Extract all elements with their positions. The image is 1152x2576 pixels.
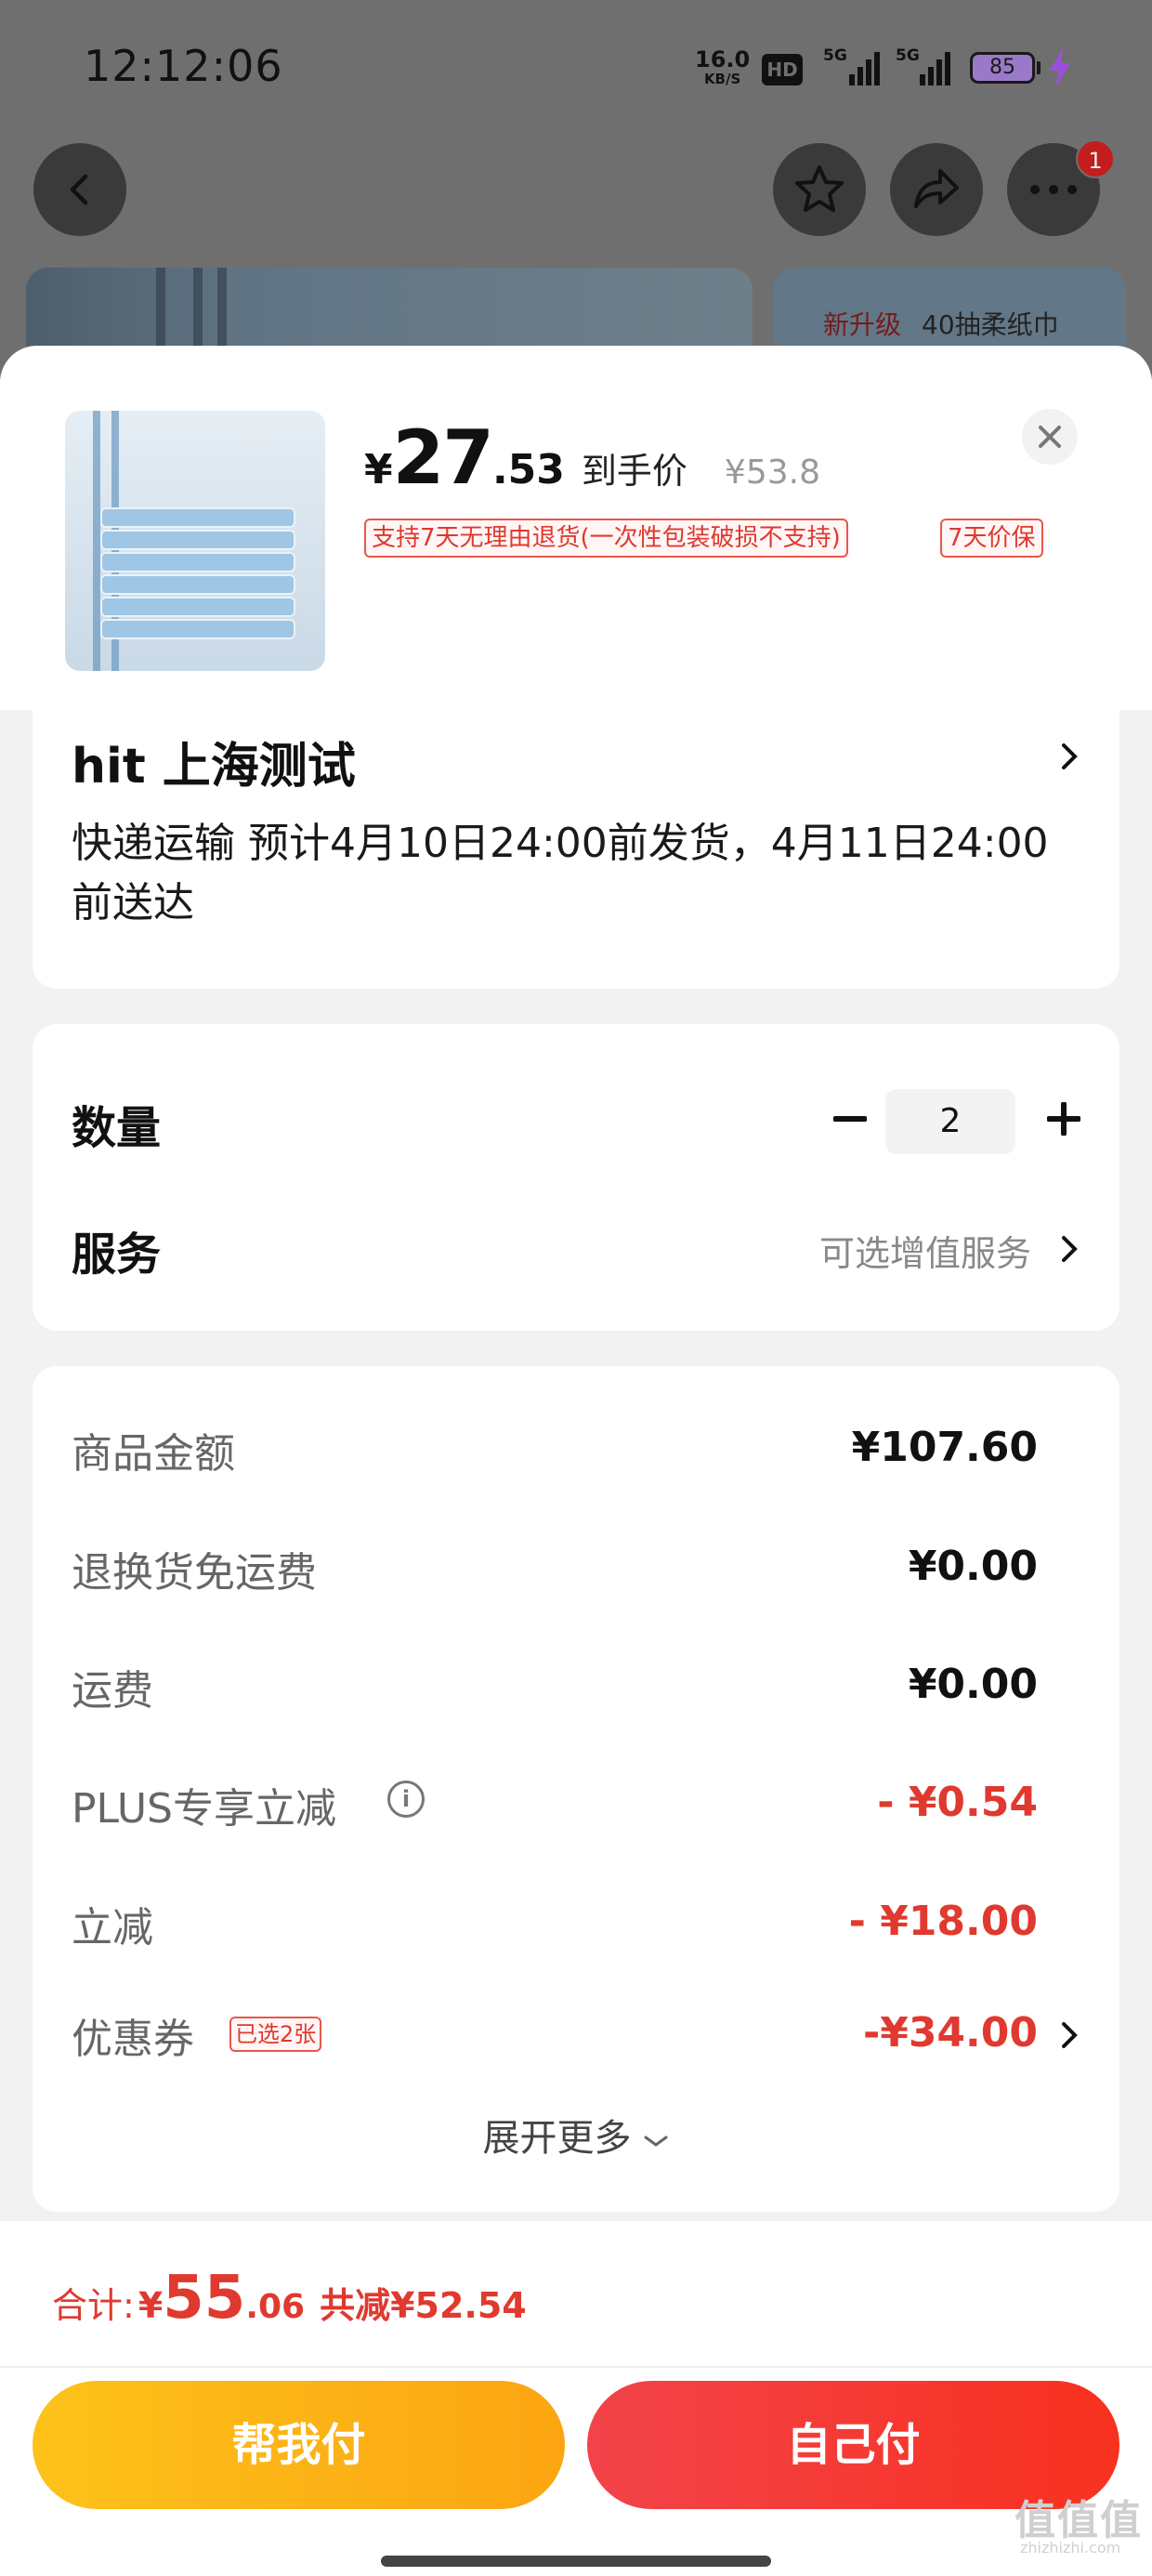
close-icon bbox=[1039, 426, 1061, 448]
hd-icon: HD bbox=[762, 54, 803, 85]
expand-more-label: 展开更多 bbox=[482, 2117, 632, 2160]
info-icon[interactable]: i bbox=[387, 1781, 425, 1818]
summary-row: 立减 - ¥18.00 bbox=[72, 1894, 1038, 1959]
watermark-url: zhizhizhi.com bbox=[1020, 2539, 1121, 2556]
star-icon bbox=[795, 165, 844, 212]
instant-discount-value: - ¥18.00 bbox=[848, 1898, 1038, 1945]
watermark: 值值值 bbox=[1015, 2497, 1143, 2544]
price-line: ¥ 27 .53 到手价 ¥53.8 bbox=[364, 414, 820, 501]
coupon-count-tag: 已选2张 bbox=[229, 2017, 322, 2052]
delivery-estimate: 快递运输 预计4月10日24:00前发货，4月11日24:00前送达 bbox=[72, 820, 1049, 927]
signal-label: 5G bbox=[823, 46, 847, 65]
signal-label: 5G bbox=[896, 46, 920, 65]
instant-discount-label: 立减 bbox=[72, 1904, 153, 1952]
return-policy-tag: 支持7天无理由退货(一次性包装破损不支持) bbox=[364, 519, 848, 558]
network-speed: 16.0 KB/S bbox=[695, 48, 750, 87]
divider bbox=[0, 2366, 1152, 2368]
background-new-tag: 新升级 bbox=[823, 309, 902, 340]
address-card[interactable]: hit 上海测试 快递运输 预计4月10日24:00前发货，4月11日24:00… bbox=[33, 710, 1119, 989]
battery-icon: 85 bbox=[970, 52, 1035, 84]
back-button[interactable] bbox=[33, 143, 126, 236]
quantity-service-card: 数量 2 服务 可选增值服务 bbox=[33, 1024, 1119, 1331]
coupon-row[interactable]: 优惠券 已选2张 -¥34.00 bbox=[72, 2005, 1038, 2070]
total-currency: ¥ bbox=[137, 2285, 164, 2326]
more-icon bbox=[1030, 185, 1077, 194]
price-protect-tag: 7天价保 bbox=[940, 519, 1043, 558]
chevron-right-icon bbox=[1062, 743, 1078, 769]
chevron-down-icon bbox=[644, 2136, 668, 2147]
favorite-button[interactable] bbox=[773, 143, 866, 236]
background-card-text: 40抽柔纸巾 bbox=[922, 309, 1059, 340]
increase-quantity-button[interactable] bbox=[1036, 1091, 1092, 1147]
total-integer: 55 bbox=[163, 2264, 246, 2333]
signal-icon: 5G bbox=[888, 46, 950, 85]
price-integer: 27 bbox=[392, 414, 494, 501]
checkout-footer: 合计: ¥ 55 .06 共减¥52.54 帮我付 自己付 值值值 zhizhi… bbox=[0, 2221, 1152, 2576]
chevron-right-icon[interactable] bbox=[1058, 2017, 1080, 2054]
summary-row: 退换货免运费 ¥0.00 bbox=[72, 1539, 1038, 1604]
price-currency: ¥ bbox=[364, 446, 393, 493]
order-total: 合计: ¥ 55 .06 共减¥52.54 bbox=[52, 2264, 527, 2333]
final-price-label: 到手价 bbox=[581, 451, 687, 492]
quantity-label: 数量 bbox=[72, 1102, 162, 1154]
coupon-label: 优惠券 bbox=[72, 2016, 194, 2063]
goods-amount-value: ¥107.60 bbox=[851, 1424, 1038, 1471]
original-price: ¥53.8 bbox=[724, 453, 820, 492]
coupon-value: -¥34.00 bbox=[862, 2009, 1038, 2057]
status-bar: 12:12:06 16.0 KB/S HD 5G 5G 85 bbox=[0, 0, 1152, 139]
help-pay-button[interactable]: 帮我付 bbox=[33, 2381, 565, 2509]
service-label: 服务 bbox=[72, 1229, 162, 1281]
plus-icon bbox=[1047, 1102, 1080, 1136]
shipping-fee-label: 运费 bbox=[72, 1667, 153, 1715]
signal-icon: 5G bbox=[823, 46, 881, 85]
close-button[interactable] bbox=[1022, 409, 1078, 465]
charging-icon bbox=[1050, 48, 1070, 87]
summary-row: PLUS专享立减 i - ¥0.54 bbox=[72, 1775, 1038, 1840]
decrease-quantity-button[interactable] bbox=[822, 1091, 878, 1147]
goods-amount-label: 商品金额 bbox=[72, 1430, 235, 1478]
network-speed-unit: KB/S bbox=[703, 71, 741, 87]
recipient-name: hit 上海测试 bbox=[72, 739, 356, 795]
total-label: 合计: bbox=[52, 2285, 135, 2326]
total-saved: 共减¥52.54 bbox=[320, 2285, 527, 2326]
notification-badge: 1 bbox=[1076, 139, 1115, 178]
plus-discount-label: PLUS专享立减 bbox=[72, 1785, 336, 1833]
quantity-input[interactable]: 2 bbox=[885, 1089, 1015, 1154]
price-summary-card: 商品金额 ¥107.60 退换货免运费 ¥0.00 运费 ¥0.00 PLUS专… bbox=[33, 1366, 1119, 2212]
expand-more-button[interactable]: 展开更多 bbox=[33, 2108, 1119, 2162]
return-shipping-value: ¥0.00 bbox=[908, 1543, 1038, 1590]
share-button[interactable] bbox=[890, 143, 983, 236]
summary-row: 商品金额 ¥107.60 bbox=[72, 1420, 1038, 1485]
shipping-fee-value: ¥0.00 bbox=[908, 1661, 1038, 1708]
battery-tip bbox=[1037, 61, 1041, 74]
summary-row: 运费 ¥0.00 bbox=[72, 1657, 1038, 1722]
minus-icon bbox=[833, 1116, 867, 1122]
return-shipping-label: 退换货免运费 bbox=[72, 1549, 317, 1597]
clock: 12:12:06 bbox=[84, 41, 283, 91]
total-decimal: .06 bbox=[245, 2288, 306, 2326]
service-option[interactable]: 可选增值服务 bbox=[819, 1225, 1031, 1276]
home-indicator[interactable] bbox=[381, 2556, 771, 2567]
product-header: ¥ 27 .53 到手价 ¥53.8 支持7天无理由退货(一次性包装破损不支持)… bbox=[0, 346, 1152, 710]
price-decimal: .53 bbox=[491, 446, 565, 493]
share-icon bbox=[914, 169, 959, 208]
network-speed-value: 16.0 bbox=[695, 46, 751, 72]
chevron-right-icon[interactable] bbox=[1058, 1230, 1080, 1268]
plus-discount-value: - ¥0.54 bbox=[877, 1779, 1038, 1826]
product-thumbnail bbox=[65, 411, 325, 671]
back-icon bbox=[70, 174, 88, 205]
